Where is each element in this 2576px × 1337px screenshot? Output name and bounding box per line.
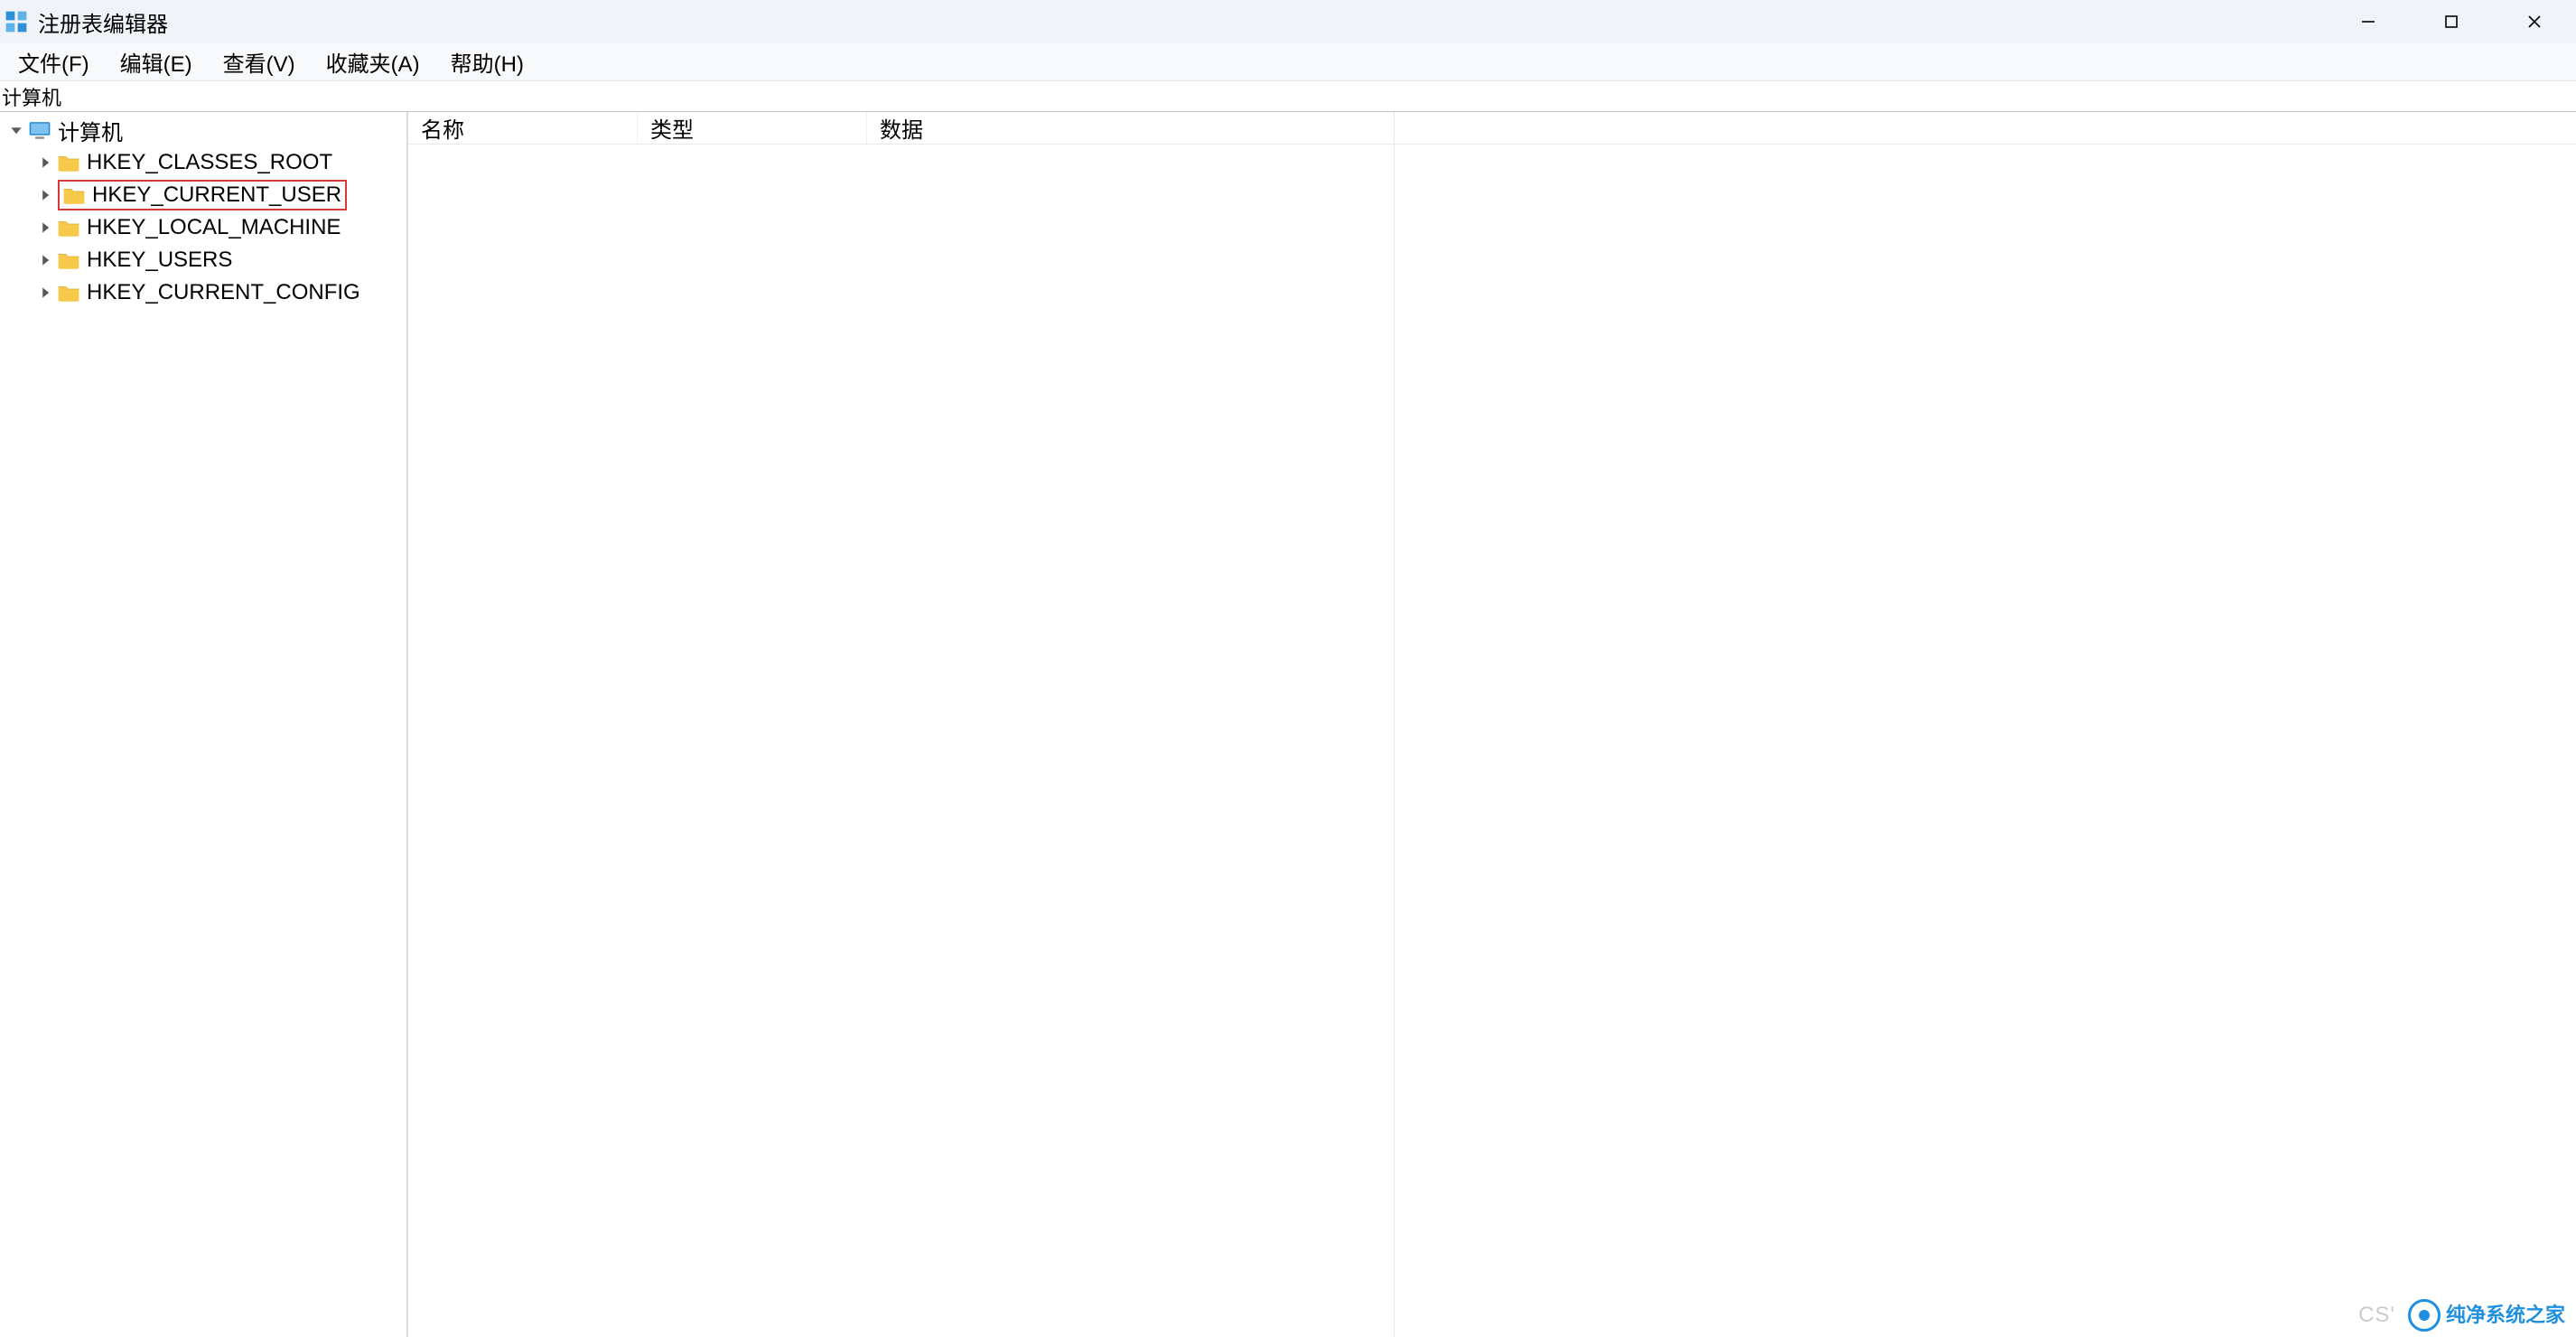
- tree-item-hkey-classes-root[interactable]: HKEY_CLASSES_ROOT: [0, 146, 406, 179]
- window-controls: [2327, 0, 2576, 43]
- watermark-badge: 纯净系统之家: [2408, 1299, 2565, 1332]
- tree-item-hkey-local-machine[interactable]: HKEY_LOCAL_MACHINE: [0, 211, 406, 244]
- tree-item-label: HKEY_CURRENT_USER: [92, 182, 341, 208]
- window-title: 注册表编辑器: [38, 6, 168, 38]
- watermark-cs: CS': [2358, 1303, 2395, 1328]
- folder-icon: [56, 215, 81, 240]
- watermark-badge-icon: [2408, 1299, 2441, 1332]
- tree-item-label: HKEY_CURRENT_CONFIG: [87, 280, 360, 305]
- tree-item-label: HKEY_LOCAL_MACHINE: [87, 215, 341, 240]
- tree-root-label: 计算机: [58, 115, 123, 146]
- tree-item-hkey-current-user[interactable]: HKEY_CURRENT_USER: [0, 179, 406, 211]
- registry-app-icon: [4, 9, 29, 34]
- column-header-type[interactable]: 类型: [638, 112, 867, 144]
- tree-item-label: HKEY_CLASSES_ROOT: [87, 150, 332, 175]
- close-button[interactable]: [2493, 0, 2576, 43]
- title-bar-left: 注册表编辑器: [4, 6, 168, 38]
- folder-icon: [61, 182, 87, 208]
- chevron-right-icon[interactable]: [34, 282, 56, 304]
- computer-icon: [27, 117, 52, 143]
- chevron-right-icon[interactable]: [34, 249, 56, 271]
- path-bar[interactable]: 计算机: [0, 81, 2576, 112]
- column-header-name[interactable]: 名称: [408, 112, 638, 144]
- chevron-right-icon[interactable]: [34, 152, 56, 173]
- tree-pane[interactable]: 计算机: [0, 112, 408, 1337]
- folder-icon: [56, 248, 81, 273]
- title-bar: 注册表编辑器: [0, 0, 2576, 43]
- watermark-brand: 纯净系统之家: [2446, 1305, 2565, 1325]
- watermark: CS' 纯净系统之家: [2358, 1299, 2565, 1332]
- path-bar-value: 计算机: [2, 82, 61, 111]
- menu-edit[interactable]: 编辑(E): [107, 42, 205, 81]
- tree-root[interactable]: 计算机: [0, 114, 406, 146]
- chevron-down-icon[interactable]: [5, 119, 27, 141]
- list-body[interactable]: [408, 145, 1395, 1337]
- maximize-button[interactable]: [2410, 0, 2493, 43]
- minimize-button[interactable]: [2327, 0, 2410, 43]
- menu-file[interactable]: 文件(F): [5, 42, 102, 81]
- folder-icon: [56, 150, 81, 175]
- tree-item-label: HKEY_USERS: [87, 248, 232, 273]
- folder-icon: [56, 280, 81, 305]
- column-header-data[interactable]: 数据: [867, 112, 1395, 144]
- menu-help[interactable]: 帮助(H): [438, 42, 537, 81]
- chevron-right-icon[interactable]: [34, 217, 56, 238]
- list-pane: 名称 类型 数据: [408, 112, 2576, 1337]
- tree-item-hkey-users[interactable]: HKEY_USERS: [0, 244, 406, 276]
- tree-item-hkey-current-config[interactable]: HKEY_CURRENT_CONFIG: [0, 276, 406, 309]
- main-area: 计算机: [0, 112, 2576, 1337]
- chevron-right-icon[interactable]: [34, 184, 56, 206]
- menu-favorites[interactable]: 收藏夹(A): [313, 42, 433, 81]
- list-header: 名称 类型 数据: [408, 112, 2576, 145]
- menu-view[interactable]: 查看(V): [210, 42, 308, 81]
- menu-bar: 文件(F) 编辑(E) 查看(V) 收藏夹(A) 帮助(H): [0, 43, 2576, 81]
